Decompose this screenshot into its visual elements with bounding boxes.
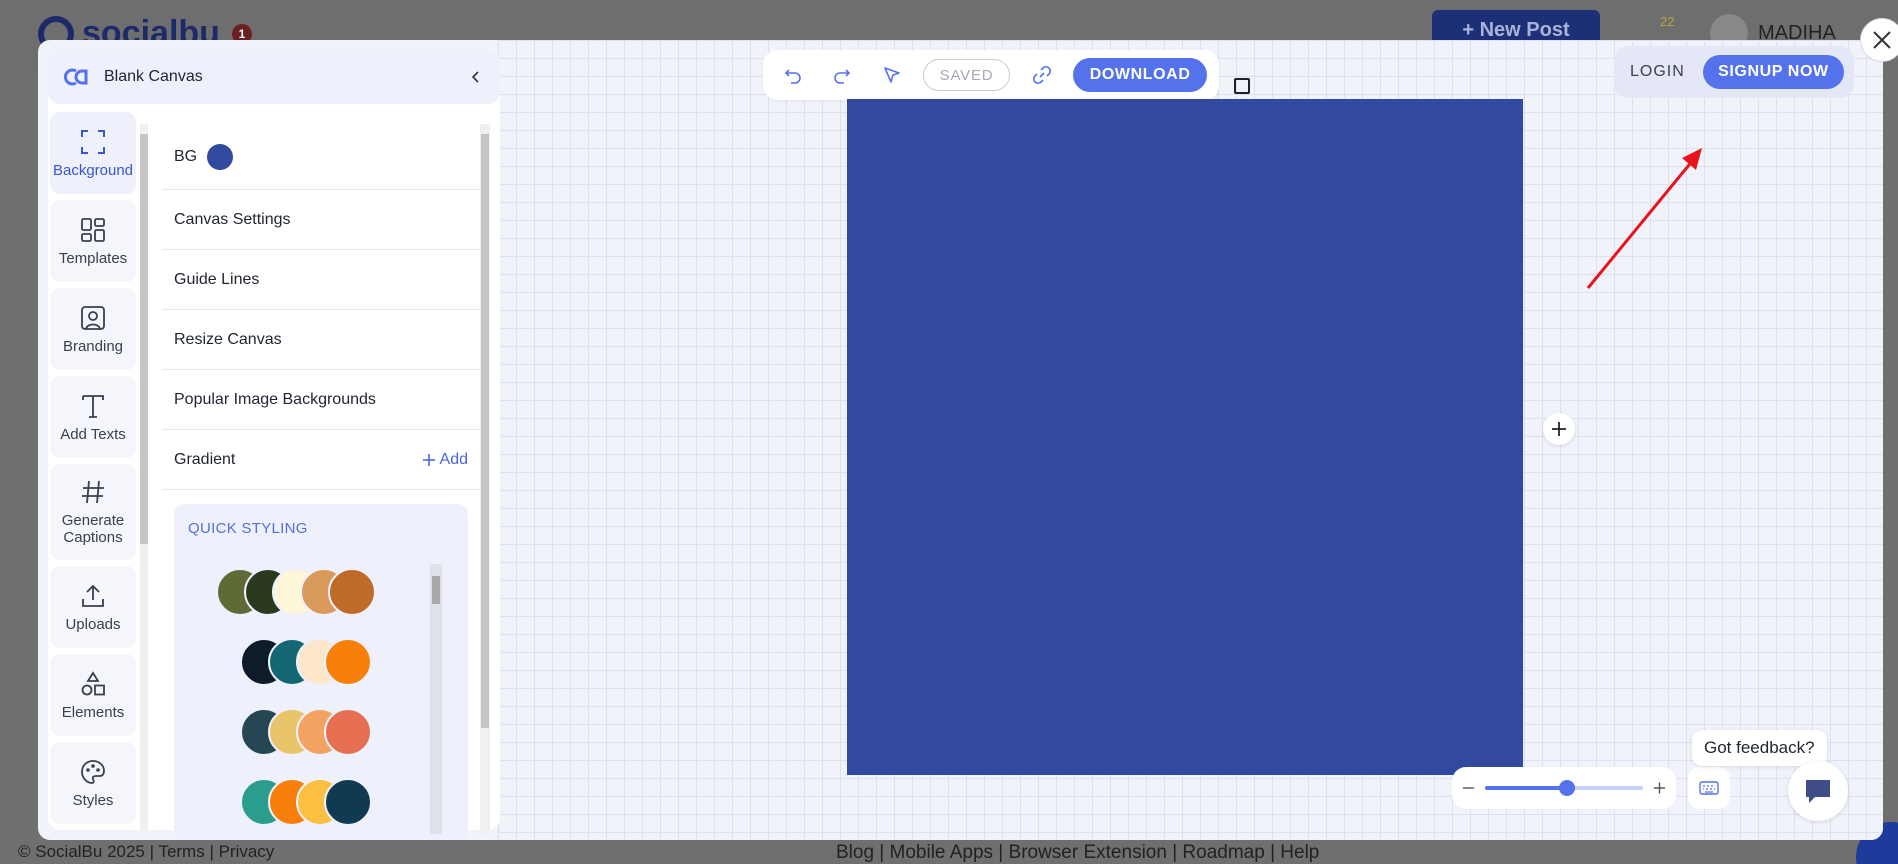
tool-generate-captions[interactable]: Generate Captions (50, 464, 136, 560)
palette-option[interactable] (240, 778, 372, 826)
cursor-icon (883, 67, 900, 83)
canva-logo-icon (64, 68, 88, 86)
chevron-left-icon[interactable] (468, 69, 484, 85)
left-panel: Blank Canvas Background Templates Brandi… (48, 50, 500, 840)
editor-modal: Blank Canvas Background Templates Brandi… (38, 40, 1883, 840)
palette-color-swatch[interactable] (328, 568, 376, 616)
quick-styling-scrollbar[interactable] (430, 564, 442, 834)
select-button[interactable] (874, 57, 909, 93)
feedback-tooltip[interactable]: Got feedback? (1692, 730, 1827, 766)
hashtag-icon (82, 480, 104, 504)
redo-icon (834, 69, 851, 84)
saved-status: SAVED (923, 59, 1010, 91)
settings-scrollbar[interactable] (480, 124, 490, 834)
keyboard-icon (1699, 781, 1719, 795)
undo-button[interactable] (775, 57, 810, 93)
login-button[interactable]: LOGIN (1624, 63, 1685, 81)
tool-rail: Background Templates Branding Add Texts … (48, 112, 138, 830)
bg-color-swatch[interactable] (207, 143, 234, 170)
zoom-slider[interactable] (1485, 780, 1643, 796)
redo-button[interactable] (824, 57, 859, 93)
quick-styling-panel: QUICK STYLING (174, 504, 468, 840)
row-label: Popular Image Backgrounds (174, 390, 376, 408)
bg-label: BG (174, 147, 198, 165)
upload-icon (82, 584, 104, 607)
auth-bar: LOGIN SIGNUP NOW (1614, 46, 1854, 98)
tool-label: Styles (72, 791, 114, 809)
tool-uploads[interactable]: Uploads (50, 566, 136, 648)
tool-label: Generate Captions (61, 512, 125, 546)
tool-styles[interactable]: Styles (50, 742, 136, 824)
canvas-settings-row[interactable]: Canvas Settings (162, 190, 480, 250)
palette-option[interactable] (216, 568, 376, 616)
notification-count: 22 (1660, 14, 1675, 29)
zoom-control (1452, 767, 1676, 809)
keyboard-shortcuts-button[interactable] (1688, 767, 1730, 809)
gradient-label: Gradient (174, 450, 236, 468)
download-button[interactable]: DOWNLOAD (1073, 58, 1207, 92)
palette-color-swatch[interactable] (324, 638, 372, 686)
shapes-icon (81, 670, 105, 695)
palette-color-swatch[interactable] (324, 708, 372, 756)
background-settings: BG Canvas Settings Guide Lines Resize Ca… (162, 124, 480, 840)
selection-handle[interactable] (1234, 78, 1250, 94)
chat-icon (1806, 780, 1830, 803)
top-toolbar: SAVED DOWNLOAD (763, 50, 1219, 100)
tool-templates[interactable]: Templates (50, 200, 136, 282)
close-icon (1873, 31, 1891, 49)
frame-icon (81, 129, 105, 154)
footer-links: Blog | Mobile Apps | Browser Extension |… (836, 842, 1320, 863)
zoom-in-icon[interactable] (1653, 781, 1666, 795)
resize-canvas-row[interactable]: Resize Canvas (162, 310, 480, 370)
tool-elements[interactable]: Elements (50, 654, 136, 736)
text-icon (82, 394, 104, 418)
zoom-slider-knob[interactable] (1558, 780, 1575, 796)
tool-label: Uploads (65, 615, 121, 633)
design-canvas[interactable] (847, 99, 1523, 775)
palette-color-swatch[interactable] (324, 778, 372, 826)
annotation-arrow-icon (1586, 148, 1702, 289)
user-square-icon (81, 305, 105, 330)
bg-color-row[interactable]: BG (162, 124, 480, 190)
tool-add-texts[interactable]: Add Texts (50, 376, 136, 458)
zoom-out-icon[interactable] (1462, 781, 1475, 795)
add-page-button[interactable] (1543, 413, 1575, 445)
close-modal-button[interactable] (1860, 18, 1898, 62)
palette-option[interactable] (240, 638, 372, 686)
tool-branding[interactable]: Branding (50, 288, 136, 370)
signup-button[interactable]: SIGNUP NOW (1702, 55, 1844, 89)
row-label: Canvas Settings (174, 210, 291, 228)
grid-icon (81, 217, 105, 242)
share-link-button[interactable] (1024, 57, 1059, 93)
tool-label: Elements (61, 703, 125, 721)
tool-label: Templates (58, 249, 128, 267)
footer-copyright: © SocialBu 2025 | Terms | Privacy (18, 842, 275, 861)
tool-background[interactable]: Background (50, 112, 136, 194)
plus-icon (422, 453, 435, 466)
popular-image-backgrounds-row[interactable]: Popular Image Backgrounds (162, 370, 480, 430)
row-label: Guide Lines (174, 270, 260, 288)
gradient-add-button[interactable]: Add (422, 451, 468, 469)
undo-icon (784, 69, 801, 84)
panel-header: Blank Canvas (48, 50, 500, 104)
add-label: Add (439, 450, 468, 468)
tool-rail-scrollbar[interactable] (140, 124, 148, 834)
gradient-row: Gradient Add (162, 430, 480, 490)
feedback-button[interactable] (1788, 761, 1848, 821)
row-label: Resize Canvas (174, 330, 282, 348)
palette-option[interactable] (240, 708, 372, 756)
quick-styling-title: QUICK STYLING (188, 520, 308, 537)
link-icon (1032, 65, 1051, 85)
palette-icon (81, 759, 105, 784)
plus-icon (1552, 422, 1566, 436)
guide-lines-row[interactable]: Guide Lines (162, 250, 480, 310)
tool-label: Add Texts (60, 425, 126, 443)
panel-title: Blank Canvas (104, 68, 203, 85)
tool-label: Branding (62, 337, 124, 355)
tool-label: Background (52, 161, 134, 179)
